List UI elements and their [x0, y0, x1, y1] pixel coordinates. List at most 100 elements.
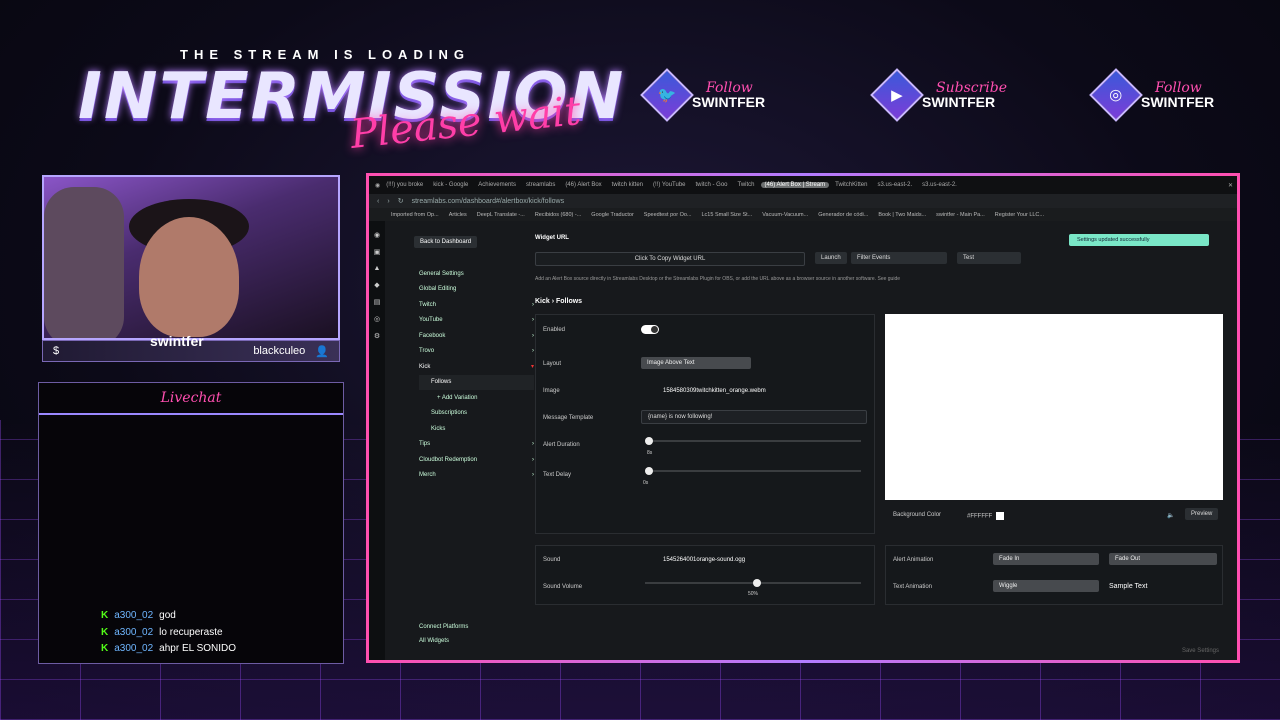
- back-arrow-icon[interactable]: ‹: [377, 198, 379, 205]
- sidebar-item-facebook[interactable]: Facebook ›: [419, 328, 534, 344]
- social-verb: Follow: [1155, 80, 1202, 96]
- launch-button[interactable]: Launch: [815, 252, 847, 264]
- text-delay-value: 0s: [643, 480, 649, 486]
- bookmark[interactable]: Register Your LLC...: [995, 212, 1044, 218]
- social-verb: Subscribe: [936, 80, 1008, 96]
- browser-tab[interactable]: Achievements: [474, 182, 520, 188]
- message-template-label: Message Template: [543, 415, 594, 421]
- bookmark[interactable]: Google Traductor: [591, 212, 634, 218]
- bookmark[interactable]: Lc15 Small Size St...: [702, 212, 753, 218]
- animation-in-dropdown[interactable]: Fade In: [993, 553, 1099, 565]
- bookmark[interactable]: DeepL Translate -...: [477, 212, 525, 218]
- cam-streamer-name: swintfer: [150, 333, 204, 349]
- sound-label: Sound: [543, 557, 561, 563]
- user-icon: 👤: [315, 345, 329, 358]
- text-delay-slider[interactable]: [645, 467, 861, 475]
- text-animation-label: Text Animation: [893, 584, 933, 590]
- sidebar-item-global-editing[interactable]: Global Editing: [419, 282, 534, 298]
- browser-tab[interactable]: s3.us-east-2.: [873, 182, 916, 188]
- color-swatch[interactable]: [996, 512, 1005, 520]
- sound-file[interactable]: 1545264001orange-sound.ogg: [663, 557, 745, 563]
- success-toast: Settings updated successfully: [1069, 234, 1209, 246]
- sidebar-item-label: YouTube: [419, 317, 443, 324]
- enabled-toggle[interactable]: [641, 325, 659, 334]
- browser-tab[interactable]: s3.us-east-2.: [918, 182, 961, 188]
- livechat-panel: Livechat Ka300_02 god Ka300_02 lo recupera…: [38, 382, 344, 664]
- alert-duration-slider[interactable]: [645, 437, 861, 445]
- text-animation-dropdown[interactable]: Wiggle: [993, 580, 1099, 592]
- alert-icon[interactable]: ▲: [374, 265, 381, 272]
- twitter-icon: 🐦: [640, 68, 694, 122]
- bookmark[interactable]: Imported from Op...: [391, 212, 439, 218]
- tip-icon[interactable]: ◎: [374, 315, 380, 323]
- sidebar-item-twitch[interactable]: Twitch ›: [419, 297, 534, 313]
- save-settings-button[interactable]: Save Settings: [1182, 648, 1219, 654]
- bookmark[interactable]: Book | Two Maids...: [878, 212, 926, 218]
- image-file[interactable]: 1584580309twitchkitten_orange.webm: [663, 388, 766, 394]
- widget-icon[interactable]: ◆: [374, 281, 379, 289]
- sidebar-item-subscriptions[interactable]: Subscriptions: [419, 406, 534, 422]
- filter-events-dropdown[interactable]: Filter Events: [851, 252, 947, 264]
- bookmark[interactable]: swintfer - Main Pa...: [936, 212, 985, 218]
- slider-knob[interactable]: [645, 467, 653, 475]
- sidebar-item-follows[interactable]: Follows: [419, 374, 534, 390]
- layout-dropdown[interactable]: Image Above Text: [641, 357, 751, 369]
- sound-panel: [535, 545, 875, 605]
- browser-tab[interactable]: kick - Google: [429, 182, 472, 188]
- social-instagram: ◎ Follow SWINTFER: [1089, 68, 1214, 122]
- browser-tab-active[interactable]: (46) Alert Box | Stream: [760, 182, 830, 188]
- sidebar-item-merch[interactable]: Merch ›: [419, 468, 534, 484]
- connect-platforms-link[interactable]: Connect Platforms: [419, 624, 468, 630]
- sidebar-item-kicks[interactable]: Kicks: [419, 421, 534, 437]
- bookmark[interactable]: Articles: [449, 212, 467, 218]
- slider-knob[interactable]: [645, 437, 653, 445]
- browser-tab[interactable]: (46) Alert Box: [561, 182, 605, 188]
- background-color-value[interactable]: #FFFFFF: [967, 512, 1005, 520]
- animation-out-dropdown[interactable]: Fade Out: [1109, 553, 1217, 565]
- all-widgets-link[interactable]: All Widgets: [419, 638, 468, 644]
- message-template-input[interactable]: {name} is now following!: [641, 410, 867, 424]
- sidebar-item-general-settings[interactable]: General Settings: [419, 266, 534, 282]
- browser-tab[interactable]: (!!!) you broke: [382, 182, 427, 188]
- editor-icon[interactable]: ▣: [374, 248, 381, 256]
- slider-knob[interactable]: [753, 579, 761, 587]
- browser-tab[interactable]: (!!) YouTube: [649, 182, 689, 188]
- url-field[interactable]: streamlabs.com/dashboard#/alertbox/kick/…: [412, 198, 565, 205]
- speaker-icon[interactable]: 🔈: [1167, 512, 1174, 519]
- text-delay-label: Text Delay: [543, 472, 572, 478]
- bookmark[interactable]: Recibidos (680) -...: [535, 212, 581, 218]
- sidebar-item-add-variation[interactable]: + Add Variation: [419, 390, 534, 406]
- sidebar-item-kick[interactable]: Kick ▾: [419, 359, 534, 375]
- browser-tab[interactable]: TwitchKitten: [831, 182, 871, 188]
- forward-arrow-icon[interactable]: ›: [387, 198, 389, 205]
- sound-volume-slider[interactable]: [645, 579, 861, 587]
- reload-icon[interactable]: ↻: [398, 197, 404, 205]
- back-to-dashboard-button[interactable]: Back to Dashboard: [414, 236, 478, 248]
- browser-tab[interactable]: streamlabs: [522, 182, 559, 188]
- browser-tab[interactable]: twitch - Goo: [692, 182, 732, 188]
- sidebar-item-tips[interactable]: Tips ›: [419, 437, 534, 453]
- kick-icon: K: [101, 610, 109, 622]
- bookmark[interactable]: Generador de códi...: [818, 212, 868, 218]
- chat-icon[interactable]: ▤: [374, 298, 381, 306]
- preview-button[interactable]: Preview: [1185, 508, 1219, 520]
- alert-preview-canvas: [885, 314, 1223, 500]
- sidebar-item-label: Kick: [419, 363, 431, 370]
- copy-widget-url-button[interactable]: Click To Copy Widget URL: [535, 252, 805, 266]
- bookmark[interactable]: Speedtest por Oo...: [644, 212, 692, 218]
- sidebar-item-trovo[interactable]: Trovo ›: [419, 344, 534, 360]
- chevron-right-icon: ›: [532, 472, 534, 479]
- sidebar-item-youtube[interactable]: YouTube ›: [419, 313, 534, 329]
- browser-tab[interactable]: Twitch: [734, 182, 759, 188]
- bookmark[interactable]: Vacuum-Vacuum...: [762, 212, 808, 218]
- sidebar-item-cloudbot[interactable]: Cloudbot Redemption ›: [419, 452, 534, 468]
- social-verb: Follow: [706, 80, 753, 96]
- sidebar-item-label: Subscriptions: [431, 410, 468, 417]
- browser-tab[interactable]: twitch kitten: [608, 182, 647, 188]
- close-window-icon[interactable]: ✕: [1228, 182, 1233, 189]
- dashboard-icon[interactable]: ◉: [374, 231, 380, 239]
- sidebar-item-label: Cloudbot Redemption: [419, 456, 478, 463]
- test-button[interactable]: Test: [957, 252, 1021, 264]
- settings-icon[interactable]: ⚙: [374, 332, 380, 340]
- sidebar-item-label: General Settings: [419, 270, 464, 277]
